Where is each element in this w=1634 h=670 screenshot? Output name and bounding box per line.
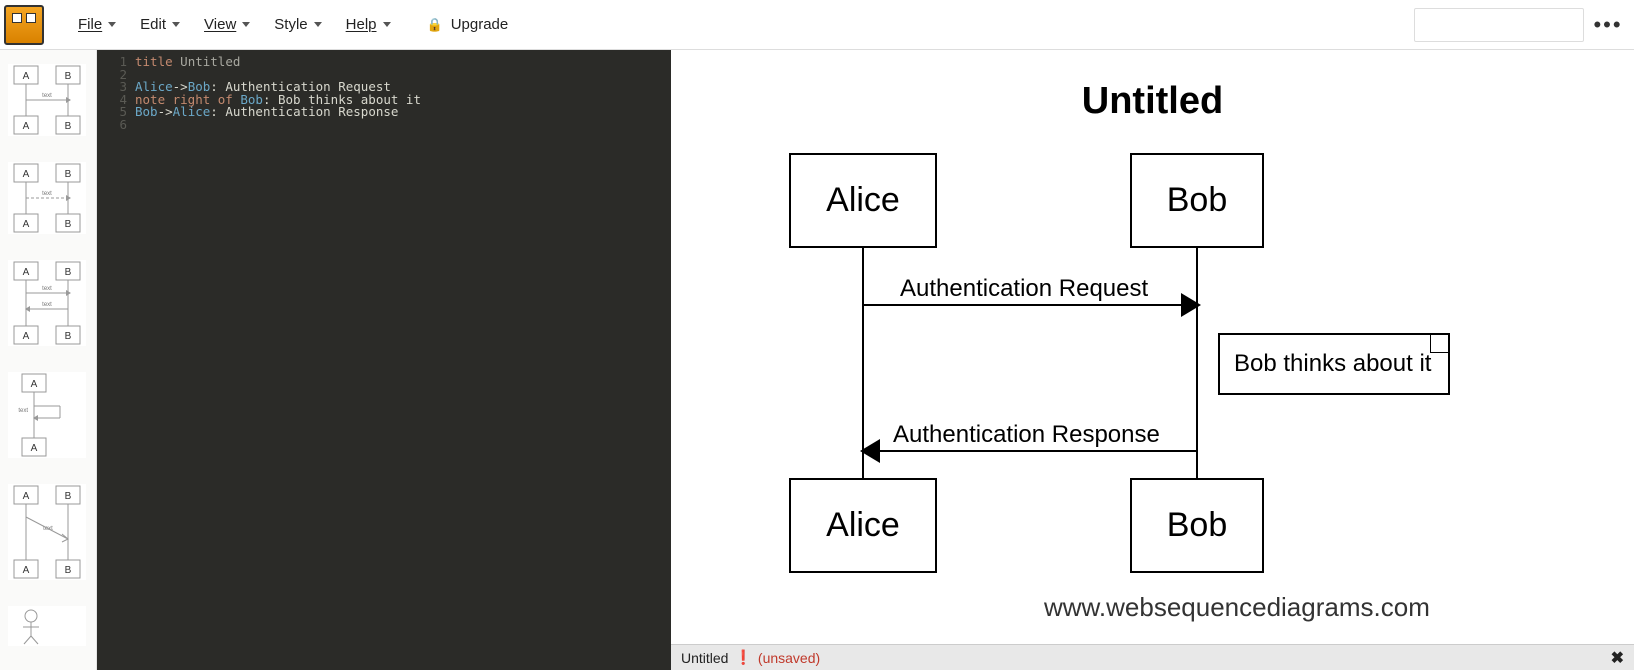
alert-icon: ❗ (734, 649, 751, 666)
svg-text:B: B (65, 491, 72, 502)
close-status-button[interactable]: ✖ (1611, 648, 1624, 668)
code-content[interactable]: title Untitled Alice->Bob: Authenticatio… (133, 50, 671, 670)
message-1-label: Authentication Request (900, 275, 1148, 303)
message-2-label: Authentication Response (893, 421, 1160, 449)
actor-alice-bottom: Alice (789, 478, 937, 573)
svg-text:A: A (31, 443, 38, 454)
svg-text:A: A (23, 219, 30, 230)
menu-help[interactable]: Help (334, 8, 403, 41)
status-unsaved: (unsaved) (758, 650, 820, 666)
svg-text:text: text (42, 191, 52, 197)
svg-text:text: text (42, 93, 52, 99)
svg-text:A: A (31, 379, 38, 390)
svg-text:text: text (42, 302, 52, 308)
note-box: Bob thinks about it (1218, 333, 1450, 395)
svg-text:A: A (23, 331, 30, 342)
message-2-line (871, 450, 1197, 452)
svg-text:B: B (65, 219, 72, 230)
menubar: File Edit View Style Help 🔒 Upgrade ••• (0, 0, 1634, 50)
lifeline-bob (1196, 248, 1198, 478)
svg-text:A: A (23, 121, 30, 132)
actor-bob-bottom: Bob (1130, 478, 1264, 573)
title-input[interactable] (1414, 8, 1584, 42)
menu-view[interactable]: View (192, 8, 262, 41)
svg-text:B: B (65, 565, 72, 576)
svg-text:A: A (23, 169, 30, 180)
status-filename: Untitled (681, 650, 728, 666)
more-menu-button[interactable]: ••• (1588, 5, 1628, 45)
chevron-down-icon (172, 22, 180, 27)
message-1-line (863, 304, 1188, 306)
svg-text:A: A (23, 565, 30, 576)
svg-text:B: B (65, 331, 72, 342)
chevron-down-icon (383, 22, 391, 27)
svg-text:text: text (42, 286, 52, 292)
svg-text:A: A (23, 71, 30, 82)
snippet-participant[interactable] (8, 606, 86, 646)
snippet-self-message[interactable]: A text A (8, 372, 86, 458)
line-gutter: 1 2 3 4 5 6 (97, 50, 133, 670)
svg-text:A: A (23, 491, 30, 502)
snippet-double-arrow[interactable]: A B text text A B (8, 260, 86, 346)
arrow-right-icon (1181, 293, 1201, 317)
svg-text:text: text (18, 408, 28, 414)
app-logo[interactable] (4, 5, 44, 45)
diagram-title: Untitled (671, 80, 1634, 123)
snippet-palette: A B text A B A B text A B A (0, 50, 97, 670)
diagram-preview: Untitled Alice Bob Authentication Reques… (671, 50, 1634, 670)
menu-style[interactable]: Style (262, 8, 333, 41)
snippet-open-arrow[interactable]: A B text A B (8, 484, 86, 580)
watermark: www.websequencediagrams.com (1044, 592, 1430, 623)
menu-edit[interactable]: Edit (128, 8, 192, 41)
chevron-down-icon (242, 22, 250, 27)
arrow-left-icon (860, 439, 880, 463)
svg-text:A: A (23, 267, 30, 278)
menu-file[interactable]: File (66, 8, 128, 41)
snippet-dashed-arrow[interactable]: A B text A B (8, 162, 86, 234)
upgrade-button[interactable]: 🔒 Upgrade (427, 16, 509, 33)
svg-text:B: B (65, 267, 72, 278)
actor-bob-top: Bob (1130, 153, 1264, 248)
svg-text:B: B (65, 121, 72, 132)
lock-icon: 🔒 (427, 17, 443, 33)
status-bar: Untitled ❗ (unsaved) ✖ (671, 644, 1634, 670)
chevron-down-icon (314, 22, 322, 27)
svg-text:B: B (65, 169, 72, 180)
code-editor[interactable]: 1 2 3 4 5 6 title Untitled Alice->Bob: A… (97, 50, 671, 670)
snippet-solid-arrow[interactable]: A B text A B (8, 64, 86, 136)
chevron-down-icon (108, 22, 116, 27)
svg-text:B: B (65, 71, 72, 82)
actor-alice-top: Alice (789, 153, 937, 248)
